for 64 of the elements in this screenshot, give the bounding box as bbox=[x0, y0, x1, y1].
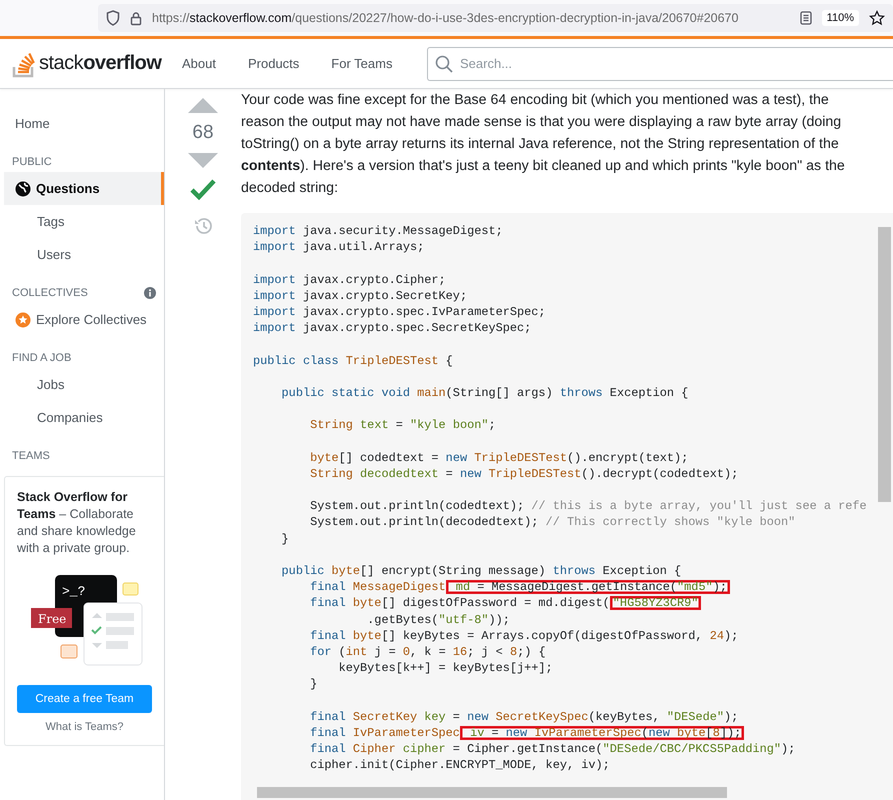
code-line: import javax.crypto.Cipher; bbox=[253, 272, 447, 288]
reader-view-icon[interactable] bbox=[800, 11, 812, 25]
code-line: cipher.init(Cipher.ENCRYPT_MODE, key, iv); bbox=[309, 757, 611, 774]
sidebar-item[interactable]: Explore Collectives bbox=[4, 303, 164, 336]
code-line: import javax.crypto.spec.SecretKeySpec; bbox=[253, 320, 532, 336]
logo-text: stackoverflow bbox=[39, 52, 162, 75]
lock-icon bbox=[130, 10, 142, 26]
code-line: final MessageDigest md = MessageDigest.getInstance("md5"); bbox=[253, 579, 875, 596]
sidebar-item[interactable]: Tags bbox=[4, 205, 164, 238]
star-badge-icon bbox=[15, 312, 31, 328]
code-line: import java.util.Arrays; bbox=[253, 239, 426, 256]
code-line: System.out.println(decodedtext); // This correctly shows "kyle boon" bbox=[309, 514, 796, 531]
code-line: .getBytes("utf-8")); bbox=[366, 612, 511, 628]
code-line: System.out.println(codedtext); // this is a byte array, you'll just see a refe bbox=[309, 498, 868, 514]
scrollbar-thumb[interactable] bbox=[878, 227, 891, 502]
what-is-teams-link[interactable]: What is Teams? bbox=[17, 721, 152, 733]
teams-description: Stack Overflow for Teams – Collaborate and share knowledge with a private group. bbox=[17, 489, 137, 557]
globe-icon bbox=[15, 180, 31, 196]
section-heading: COLLECTIVES bbox=[12, 287, 88, 299]
code-line: keyBytes[k++] = keyBytes[j++]; bbox=[338, 660, 554, 676]
code-line: final byte[] keyBytes = Arrays.copyOf(digestOfPassword, 24); bbox=[309, 628, 740, 644]
code-line: String decodedtext = new TripleDESTest().decrypt(codedtext); bbox=[309, 466, 740, 482]
nav-link[interactable]: For Teams bbox=[319, 50, 404, 77]
sidebar-item[interactable]: Companies bbox=[4, 401, 164, 434]
code-line: import javax.crypto.spec.IvParameterSpec; bbox=[253, 304, 547, 320]
code-line: final SecretKey key = new SecretKeySpec(keyBytes, "DESede"); bbox=[309, 708, 740, 725]
code-line: public class TripleDESTest { bbox=[253, 352, 454, 369]
sidebar-item[interactable]: Jobs bbox=[4, 368, 164, 401]
nav-link[interactable]: Products bbox=[236, 50, 312, 77]
history-icon[interactable] bbox=[193, 217, 213, 235]
section-heading: TEAMS bbox=[12, 450, 50, 462]
code-line: public byte[] encrypt(String message) throws Exception { bbox=[280, 562, 682, 580]
site-logo[interactable]: stackoverflow bbox=[12, 50, 170, 78]
section-heading: PUBLIC bbox=[12, 156, 52, 168]
code-line: } bbox=[280, 530, 290, 547]
shield-icon bbox=[106, 10, 120, 26]
answer-text: Your code was fine except for the Base 64 encoding bit (which you mentioned was a test), the reason the output may not have made sense is that you were displaying a raw byte array (doing toString() on a byte array returns its internal Java reference, not the String representation of the contents). Here's a version that's just a teeny bit cleaned up and which prints "kyle boon" as the decoded string: bbox=[241, 91, 846, 198]
code-line: final byte[] digestOfPassword = md.digest( "HG58YZ3CR9" bbox=[253, 595, 875, 612]
info-icon[interactable] bbox=[144, 287, 156, 299]
code-line: } bbox=[309, 676, 318, 692]
star-icon[interactable] bbox=[869, 10, 885, 26]
section-heading: FIND A JOB bbox=[12, 352, 72, 364]
code-line: import javax.crypto.SecretKey; bbox=[253, 288, 468, 304]
teams-illustration-drawing: >_? Free bbox=[24, 573, 146, 669]
code-line: final Cipher cipher = Cipher.getInstance("DESede/CBC/PKCS5Padding"); bbox=[309, 741, 796, 758]
upvote-icon[interactable] bbox=[187, 97, 219, 113]
code-line: String text = "kyle boon"; bbox=[309, 417, 497, 434]
zoom-level[interactable]: 110% bbox=[822, 10, 859, 26]
code-line: final IvParameterSpec iv = new IvParameterSpec(new byte[8]); bbox=[253, 724, 875, 741]
sidebar-item[interactable]: Questions bbox=[4, 172, 164, 205]
search-icon bbox=[435, 54, 453, 72]
address-bar[interactable]: https://stackoverflow.com/questions/20227/how-do-i-use-3des-encryption-decryption-in-java/20670#20670 110% bbox=[98, 4, 893, 32]
vote-count: 68 bbox=[192, 122, 214, 144]
code-line: import java.security.MessageDigest; bbox=[253, 223, 504, 240]
scrollbar-thumb[interactable] bbox=[257, 787, 727, 798]
url-text: https://stackoverflow.com/questions/20227/how-do-i-use-3des-encryption-decryption-in-java/20670#20670 bbox=[152, 11, 738, 25]
nav-link[interactable]: About bbox=[170, 50, 228, 77]
downvote-icon[interactable] bbox=[187, 153, 219, 169]
search-field[interactable]: Search... bbox=[427, 46, 893, 80]
code-line: byte[] codedtext = new TripleDESTest().encrypt(text); bbox=[309, 450, 690, 466]
sidebar-item[interactable]: Users bbox=[4, 238, 164, 271]
code-line: public static void main(String[] args) throws Exception { bbox=[280, 384, 690, 402]
sidebar-item[interactable]: Home bbox=[4, 107, 164, 140]
code-line: for (int j = 0, k = 16; j < 8;) { bbox=[309, 644, 547, 660]
